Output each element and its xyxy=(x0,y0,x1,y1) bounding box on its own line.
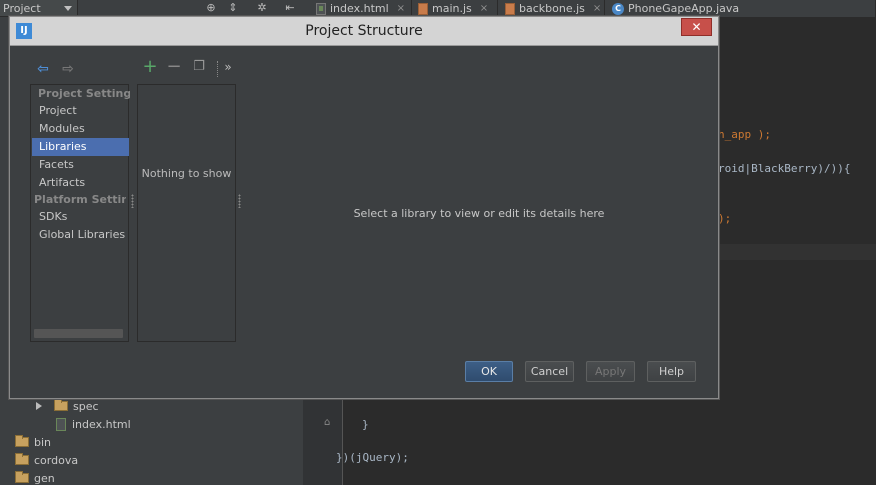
tree-item-cordova[interactable]: cordova xyxy=(15,451,78,469)
forward-arrow-icon[interactable]: ⇨ xyxy=(60,61,76,77)
libraries-list[interactable]: Nothing to show xyxy=(137,84,236,342)
tree-item-label: bin xyxy=(34,435,52,449)
tab-label: PhoneGapeApp.java xyxy=(628,2,740,15)
folder-icon xyxy=(15,471,29,483)
back-arrow-icon[interactable]: ⇦ xyxy=(35,61,51,77)
tab-label: backbone.js xyxy=(519,2,585,15)
collapse-icon[interactable]: ⇕ xyxy=(226,1,240,15)
close-icon[interactable]: × xyxy=(397,3,405,14)
dialog-titlebar[interactable]: IJ Project Structure ✕ xyxy=(10,17,718,46)
ok-button[interactable]: OK xyxy=(465,361,513,382)
toolbar-separator xyxy=(217,61,218,77)
tree-item-label: spec xyxy=(73,399,99,413)
nav-item-sdks[interactable]: SDKs xyxy=(32,208,129,226)
tree-item-spec[interactable]: spec xyxy=(36,397,99,415)
help-button[interactable]: Help xyxy=(647,361,696,382)
nav-item-modules[interactable]: Modules xyxy=(32,120,129,138)
cancel-button[interactable]: Cancel xyxy=(525,361,574,382)
copy-icon[interactable]: ❐ xyxy=(191,59,207,75)
empty-list-text: Nothing to show xyxy=(141,167,232,180)
tab-backbone-js[interactable]: backbone.js × xyxy=(501,0,605,17)
apply-button[interactable]: Apply xyxy=(586,361,635,382)
settings-nav-list: Project Settings Project Modules Librari… xyxy=(30,84,130,342)
code-line: roid|BlackBerry)/)){ xyxy=(718,162,851,175)
more-actions-button[interactable]: » xyxy=(220,59,236,75)
tab-index-html[interactable]: index.html × xyxy=(312,0,412,17)
html-file-icon xyxy=(56,417,66,431)
nav-section-header: Project Settings xyxy=(38,87,130,100)
close-button[interactable]: ✕ xyxy=(681,18,712,36)
folder-icon xyxy=(15,435,29,447)
nav-item-global-libraries[interactable]: Global Libraries xyxy=(32,226,129,244)
close-icon[interactable]: × xyxy=(480,3,488,14)
expand-arrow-icon[interactable] xyxy=(36,402,42,410)
detail-placeholder-text: Select a library to view or edit its det… xyxy=(353,207,605,220)
project-view-dropdown[interactable]: Project xyxy=(0,0,78,16)
dialog-content: ⇦ ⇨ + − ❐ » Project Settings Project Mod… xyxy=(15,47,713,393)
dialog-title: Project Structure xyxy=(305,23,423,39)
folder-icon xyxy=(15,453,29,465)
tab-main-js[interactable]: main.js × xyxy=(414,0,498,17)
tree-item-label: cordova xyxy=(34,453,79,467)
code-line: } xyxy=(362,418,369,431)
tab-label: main.js xyxy=(432,2,472,15)
tree-item-gen[interactable]: gen xyxy=(15,469,55,485)
nav-item-project[interactable]: Project xyxy=(32,102,129,120)
close-icon[interactable]: × xyxy=(593,3,601,14)
java-class-icon: C xyxy=(612,2,624,15)
nav-section-header: Platform Settings xyxy=(34,193,126,206)
code-line: })(jQuery); xyxy=(336,451,409,464)
tab-phonegapeapp-java[interactable]: C PhoneGapeApp.java xyxy=(608,0,876,17)
horizontal-scrollbar[interactable] xyxy=(34,329,123,338)
chevron-down-icon xyxy=(64,6,72,11)
remove-library-button[interactable]: − xyxy=(166,58,182,76)
add-library-button[interactable]: + xyxy=(142,58,158,76)
splitter-handle[interactable] xyxy=(238,194,241,208)
ide-toolbar: Project ⊕ ⇕ ✲ ⇤ index.html × main.js × b… xyxy=(0,0,876,17)
tree-item-label: gen xyxy=(34,471,55,485)
target-icon[interactable]: ⊕ xyxy=(204,1,218,15)
project-structure-dialog: IJ Project Structure ✕ ⇦ ⇨ + − ❐ » Proje… xyxy=(9,16,719,399)
html-file-icon xyxy=(316,2,326,15)
hide-panel-icon[interactable]: ⇤ xyxy=(283,1,297,15)
js-file-icon xyxy=(418,2,428,15)
fold-marker-icon[interactable]: ⌂ xyxy=(324,417,330,428)
nav-item-libraries[interactable]: Libraries xyxy=(32,138,129,156)
splitter-handle[interactable] xyxy=(131,194,134,208)
tree-item-bin[interactable]: bin xyxy=(15,433,51,451)
tree-item-label: index.html xyxy=(72,417,131,431)
code-line: h_app ); xyxy=(718,128,771,141)
folder-icon xyxy=(54,399,68,411)
tab-label: index.html xyxy=(330,2,389,15)
code-line: ); xyxy=(718,212,732,225)
nav-item-artifacts[interactable]: Artifacts xyxy=(32,174,129,192)
gear-icon[interactable]: ✲ xyxy=(255,1,269,15)
tree-item-index-html[interactable]: index.html xyxy=(56,415,131,433)
js-file-icon xyxy=(505,2,515,15)
project-view-label: Project xyxy=(3,1,41,15)
nav-item-facets[interactable]: Facets xyxy=(32,156,129,174)
